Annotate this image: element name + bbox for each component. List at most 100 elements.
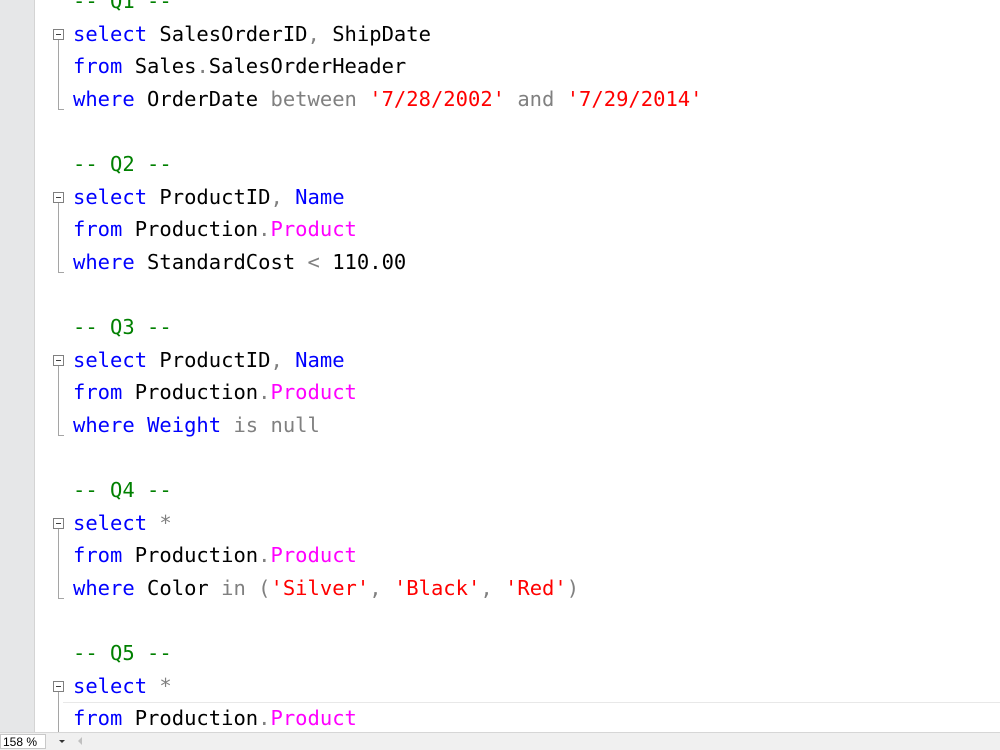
code-token-identifier (283, 348, 295, 372)
code-line[interactable]: -- Q1 -- (73, 0, 172, 17)
outline-guide-end (58, 271, 64, 273)
query-editor[interactable]: -- Q1 -- select SalesOrderID, ShipDate fro… (35, 0, 1000, 733)
code-token-operator: , (307, 21, 320, 46)
code-token-identifier: Production (122, 543, 259, 568)
code-line[interactable]: -- Q4 -- (73, 474, 172, 506)
code-token-identifier: OrderDate (134, 86, 271, 111)
outline-guide-end (58, 434, 64, 436)
chevron-down-icon[interactable] (56, 734, 70, 749)
code-token-comment: -- Q2 -- (73, 152, 172, 176)
code-token-identifier (283, 185, 295, 209)
code-token-operator: and (517, 86, 555, 111)
code-token-identifier (147, 511, 159, 535)
code-token-operator: , (480, 575, 493, 600)
code-line[interactable]: -- Q3 -- (73, 311, 172, 343)
code-line[interactable]: from Production.Product (73, 539, 357, 571)
code-token-string: 'Silver' (270, 575, 370, 600)
code-line[interactable]: from Sales.SalesOrderHeader (73, 50, 406, 82)
code-token-identifier: SalesOrderID (147, 21, 308, 46)
collapse-toggle-icon[interactable] (53, 28, 64, 40)
code-token-keyword: Name (295, 347, 345, 372)
code-token-identifier (135, 413, 147, 437)
code-token-keyword: from (73, 543, 123, 568)
code-token-identifier (246, 576, 258, 600)
code-token-comment: -- Q3 -- (73, 315, 172, 339)
code-line[interactable]: from Production.Product (73, 213, 357, 245)
code-token-operator: is (233, 412, 259, 437)
code-token-identifier: SalesOrderHeader (208, 54, 407, 79)
outline-guide (58, 528, 59, 598)
code-line[interactable]: from Production.Product (73, 702, 357, 733)
code-line[interactable]: where OrderDate between '7/28/2002' and … (73, 83, 702, 115)
code-token-operator: . (258, 706, 271, 731)
code-token-operator: * (159, 673, 172, 698)
code-token-keyword: from (73, 54, 123, 79)
outline-guide-end (58, 597, 64, 599)
code-line[interactable]: -- Q2 -- (73, 148, 172, 180)
code-token-identifier (493, 576, 505, 600)
code-token-keyword: where (73, 575, 135, 600)
code-token-identifier: ProductID (147, 347, 271, 372)
code-line[interactable]: where StandardCost < 110.00 (73, 246, 406, 278)
code-line[interactable]: select ProductID, Name (73, 344, 345, 376)
code-token-comment: -- Q1 -- (73, 0, 172, 13)
code-token-identifier (147, 674, 159, 698)
code-line[interactable]: select * (73, 670, 172, 702)
collapse-toggle-icon[interactable] (53, 680, 64, 692)
code-token-identifier: StandardCost (134, 249, 308, 274)
code-token-identifier (258, 413, 270, 437)
code-token-keyword: select (73, 184, 148, 209)
code-token-identifier: 110.00 (319, 249, 407, 274)
outline-guide (58, 691, 59, 733)
code-token-keyword: from (73, 217, 123, 242)
code-token-keyword: Name (295, 184, 345, 209)
code-token-operator: . (258, 543, 271, 568)
code-token-keyword: where (73, 412, 135, 437)
code-token-identifier (554, 87, 566, 111)
code-line[interactable]: select SalesOrderID, ShipDate (73, 18, 431, 50)
outline-guide (58, 365, 59, 435)
zoom-level[interactable]: 158 % (0, 734, 46, 749)
code-token-operator: null (270, 412, 320, 437)
zoom-control[interactable]: 158 % (0, 733, 75, 750)
code-token-keyword: where (73, 86, 135, 111)
code-token-identifier: ProductID (147, 184, 271, 209)
code-token-keyword: select (73, 21, 148, 46)
code-token-keyword: select (73, 510, 148, 535)
status-bar: 158 % (0, 732, 1000, 750)
code-token-operator: < (307, 249, 320, 274)
collapse-toggle-icon[interactable] (53, 191, 64, 203)
code-token-keyword: from (73, 380, 123, 405)
code-token-comment: -- Q5 -- (73, 641, 172, 665)
code-token-string: '7/28/2002' (369, 86, 505, 111)
code-token-keyword: from (73, 706, 123, 731)
code-token-system-object: Product (270, 706, 357, 731)
code-line[interactable]: -- Q5 -- (73, 637, 172, 669)
code-line[interactable]: from Production.Product (73, 376, 357, 408)
code-line[interactable]: select ProductID, Name (73, 181, 345, 213)
code-token-string: 'Black' (393, 575, 481, 600)
code-token-operator: * (159, 510, 172, 535)
code-token-operator: . (258, 380, 271, 405)
code-line[interactable]: where Color in ('Silver', 'Black', 'Red'… (73, 572, 579, 604)
code-token-operator: ( (258, 575, 271, 600)
code-token-keyword: select (73, 673, 148, 698)
code-line[interactable]: where Weight is null (73, 409, 320, 441)
collapse-toggle-icon[interactable] (53, 354, 64, 366)
outline-guide (58, 39, 59, 109)
code-token-identifier: Color (134, 575, 222, 600)
code-token-identifier: Production (122, 706, 259, 731)
selection-margin[interactable] (0, 0, 35, 733)
code-token-identifier (221, 413, 233, 437)
code-line[interactable]: select * (73, 507, 172, 539)
code-token-identifier (382, 576, 394, 600)
code-token-system-object: Product (270, 217, 357, 242)
code-token-operator: . (258, 217, 271, 242)
code-token-comment: -- Q4 -- (73, 478, 172, 502)
code-token-string: '7/29/2014' (566, 86, 703, 111)
scroll-left-arrow-icon[interactable] (78, 737, 82, 745)
code-token-keyword: Weight (147, 412, 222, 437)
code-token-identifier: ShipDate (319, 21, 431, 46)
code-token-identifier: Production (122, 380, 259, 405)
collapse-toggle-icon[interactable] (53, 517, 64, 529)
